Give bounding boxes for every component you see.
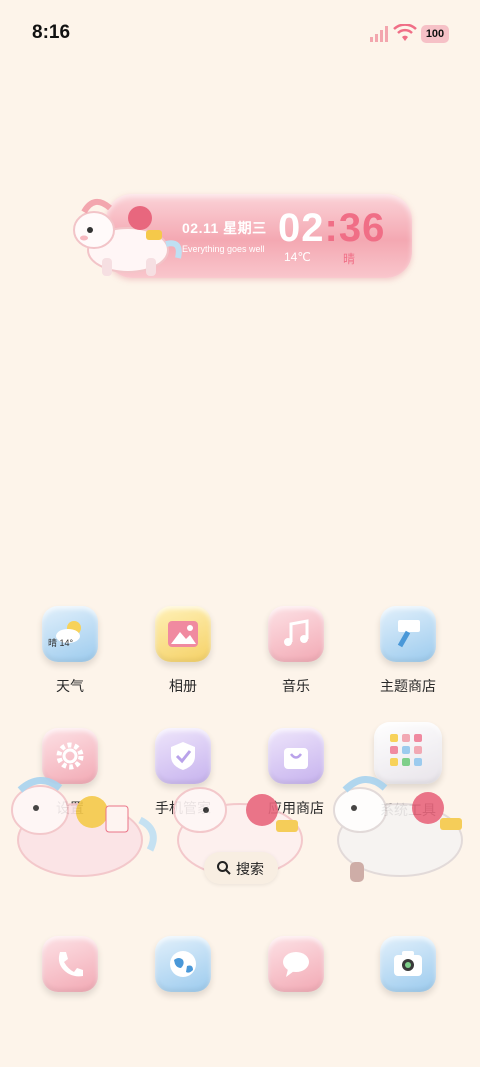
- music-note-icon: [268, 606, 324, 662]
- paintbrush-icon: [380, 606, 436, 662]
- widget-temperature: 14℃: [284, 250, 311, 264]
- app-browser[interactable]: [135, 936, 231, 992]
- widget-tagline: Everything goes well: [182, 244, 265, 254]
- app-label: 相册: [169, 678, 197, 694]
- clock-widget[interactable]: 02.11 星期三 Everything goes well 02:36 14℃…: [66, 188, 416, 284]
- app-phone[interactable]: [22, 936, 118, 992]
- app-gallery[interactable]: 相册: [135, 606, 231, 696]
- camera-icon: [380, 936, 436, 992]
- battery-indicator: 100: [421, 25, 449, 43]
- signal-icon: [370, 26, 388, 42]
- app-weather[interactable]: 晴 14° 天气: [22, 606, 118, 696]
- app-music[interactable]: 音乐: [248, 606, 344, 696]
- gallery-icon: [155, 606, 211, 662]
- widget-clock: 02:36: [278, 206, 385, 251]
- app-messages[interactable]: [248, 936, 344, 992]
- widget-condition: 晴: [343, 252, 356, 266]
- search-label: 搜索: [236, 861, 264, 877]
- widget-date: 02.11 星期三: [182, 220, 267, 236]
- app-label: 音乐: [282, 678, 310, 694]
- search-button[interactable]: 搜索: [204, 852, 278, 884]
- wifi-icon: [393, 24, 417, 41]
- clock-hour: 02: [278, 206, 325, 250]
- search-icon: [217, 861, 231, 875]
- weather-icon: 晴 14°: [42, 606, 98, 662]
- app-theme-store[interactable]: 主题商店: [360, 606, 456, 696]
- status-time: 8:16: [32, 22, 71, 43]
- app-label: 天气: [56, 678, 84, 694]
- pony-mascot-icon: [73, 199, 182, 276]
- app-camera[interactable]: [360, 936, 456, 992]
- chat-bubble-icon: [268, 936, 324, 992]
- globe-icon: [155, 936, 211, 992]
- status-bar: 8:16 100: [0, 0, 480, 68]
- phone-icon: [42, 936, 98, 992]
- weather-icon-text: 晴 14°: [48, 638, 74, 648]
- app-label: 主题商店: [380, 678, 436, 694]
- clock-minute: :36: [324, 206, 386, 250]
